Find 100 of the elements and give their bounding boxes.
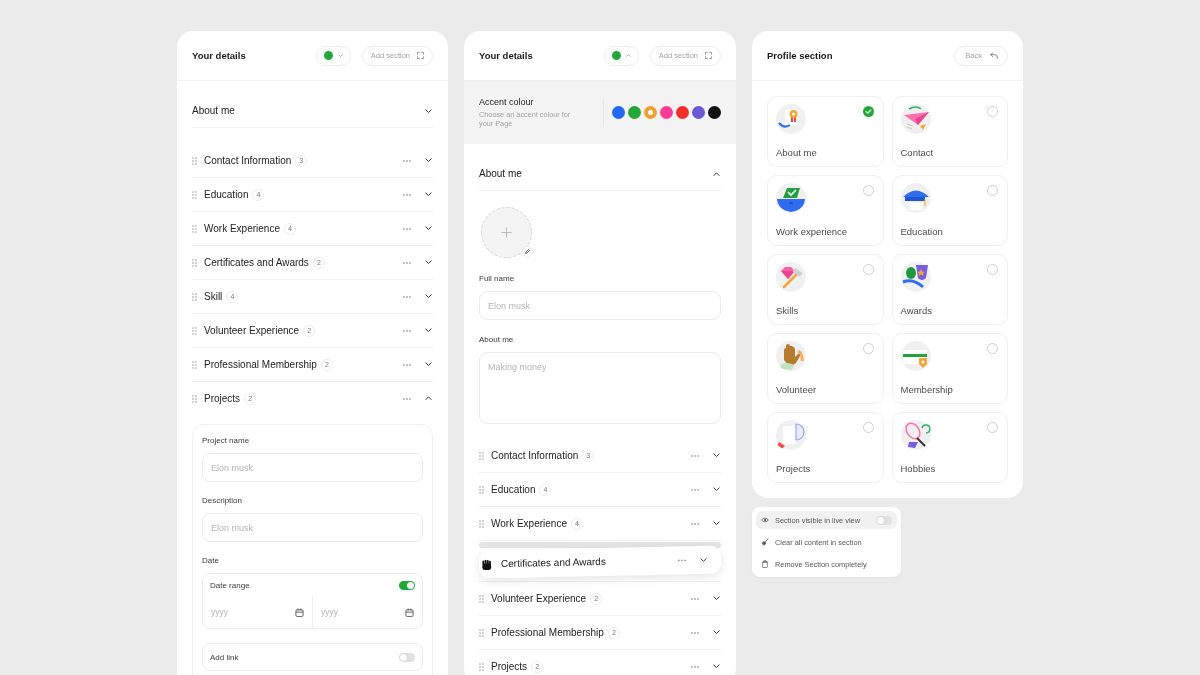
toggle-switch[interactable] [876,515,892,525]
color-swatch-icon[interactable] [660,106,673,119]
color-swatch-icon[interactable] [612,106,625,119]
drag-handle-icon[interactable] [479,485,484,494]
field-label: About me [479,335,515,345]
chevron-down-icon[interactable] [713,596,720,601]
raised-hand-icon [776,341,806,371]
more-icon[interactable] [403,159,411,162]
radio-button[interactable] [862,264,874,275]
chevron-up-icon[interactable] [425,396,432,401]
section-card[interactable]: Education [891,175,1008,246]
chevron-down-icon[interactable] [425,260,432,265]
chevron-down-icon[interactable] [713,630,720,635]
more-icon[interactable] [691,522,699,525]
drag-handle-icon[interactable] [192,394,197,403]
chevron-down-icon[interactable] [425,192,432,197]
panel-title: Profile section [767,50,834,61]
more-icon[interactable] [691,665,699,668]
radio-button[interactable] [987,264,998,275]
date-input[interactable]: yyyy [321,605,401,619]
color-swatch-icon[interactable] [628,106,641,119]
more-icon[interactable] [403,329,411,332]
input-field[interactable]: Elon musk [202,453,423,482]
drag-handle-icon[interactable] [192,360,197,369]
chevron-down-icon[interactable] [699,557,707,563]
more-icon[interactable] [403,227,411,230]
section-card[interactable]: Skills [767,254,884,325]
radio-button[interactable] [987,343,998,354]
color-picker-button[interactable] [603,45,639,66]
more-icon[interactable] [691,488,699,491]
chevron-down-icon[interactable] [425,328,432,333]
more-icon[interactable] [403,193,411,196]
more-icon[interactable] [403,363,411,366]
chevron-down-icon[interactable] [713,487,720,492]
date-input[interactable]: yyyy [211,605,291,619]
section-card[interactable]: Membership [891,333,1008,404]
more-icon[interactable] [403,397,411,400]
drag-handle-icon[interactable] [479,451,484,460]
radio-button[interactable] [987,422,998,433]
chevron-down-icon[interactable] [425,108,432,114]
chevron-up-icon[interactable] [713,171,720,177]
section-card[interactable]: Awards [891,254,1008,325]
more-icon[interactable] [677,559,686,562]
color-swatch-icon[interactable] [692,106,705,119]
radio-button[interactable] [862,185,874,196]
more-icon[interactable] [691,631,699,634]
more-icon[interactable] [691,454,699,457]
calendar-icon[interactable] [405,607,414,617]
toggle-switch[interactable] [399,652,415,662]
drag-handle-icon[interactable] [479,594,484,603]
section-card[interactable]: Work experience [767,175,884,246]
color-picker-button[interactable] [315,45,351,66]
pencil-icon[interactable] [522,246,533,257]
color-swatch-icon[interactable] [644,106,657,119]
chevron-down-icon[interactable] [713,453,720,458]
section-title: About me [479,168,522,180]
chevron-down-icon[interactable] [425,226,432,231]
grab-hand-icon[interactable] [480,558,493,570]
section-card[interactable]: Contact [891,96,1008,167]
toggle-switch[interactable] [399,580,415,590]
section-card[interactable]: Volunteer [767,333,884,404]
drag-handle-icon[interactable] [192,156,197,165]
section-title: About me [192,105,235,117]
dragged-section-card[interactable]: Certificates and Awards [478,545,722,579]
section-card[interactable]: Projects [767,412,884,483]
drag-handle-icon[interactable] [192,326,197,335]
section-title: Professional Membership [204,358,317,371]
radio-button[interactable] [862,422,874,433]
radio-button[interactable] [987,185,998,196]
drag-handle-icon[interactable] [192,292,197,301]
color-swatch-icon[interactable] [708,106,721,119]
radio-button[interactable] [987,106,998,117]
more-icon[interactable] [691,597,699,600]
drag-handle-icon[interactable] [192,258,197,267]
chevron-down-icon[interactable] [425,362,432,367]
trash-icon [761,560,769,568]
drag-handle-icon[interactable] [479,519,484,528]
section-card[interactable]: Hobbies [891,412,1008,483]
chevron-down-icon[interactable] [713,521,720,526]
drag-handle-icon[interactable] [479,628,484,637]
radio-button[interactable] [862,106,874,117]
input-field[interactable]: Elon musk [479,291,721,320]
calendar-icon[interactable] [295,607,304,617]
accent-title: Accent colour [479,97,535,107]
section-card[interactable]: About me [767,96,884,167]
chevron-down-icon[interactable] [713,664,720,669]
radio-button[interactable] [862,343,874,354]
drag-handle-icon[interactable] [479,662,484,671]
section-title: Volunteer Experience [204,324,300,337]
more-icon[interactable] [403,261,411,264]
chevron-down-icon[interactable] [425,294,432,299]
section-title: Projects [204,392,241,405]
more-icon[interactable] [403,295,411,298]
input-field[interactable]: Elon musk [202,513,423,542]
chevron-down-icon[interactable] [425,158,432,163]
drag-handle-icon[interactable] [192,224,197,233]
section-title: Contact Information [204,154,292,167]
drag-handle-icon[interactable] [192,190,197,199]
color-swatch-icon[interactable] [676,106,689,119]
text-area[interactable]: Making money [479,352,721,424]
